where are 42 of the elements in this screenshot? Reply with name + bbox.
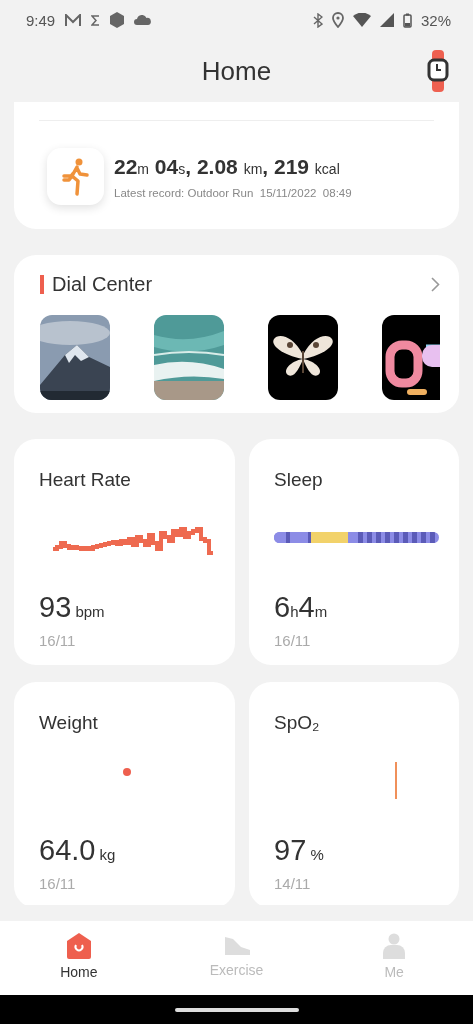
wifi-icon — [352, 13, 371, 27]
weight-dot — [123, 768, 131, 776]
metric-card[interactable]: SpO₂ 97% 14/11 — [249, 682, 459, 905]
metric-value: 93 bpm — [39, 591, 106, 624]
bluetooth-icon — [312, 12, 323, 28]
metric-title: SpO₂ — [274, 712, 321, 734]
metric-value: 97% — [274, 834, 325, 867]
nav-tab[interactable]: Home — [0, 921, 158, 995]
metric-card[interactable]: Sleep 6h4m 16/11 — [249, 439, 459, 665]
latest-record: Latest record: Outdoor Run 15/11/2022 08:49 — [114, 186, 352, 199]
metric-title: Weight — [39, 712, 99, 734]
section-title: Dial Center — [52, 273, 153, 296]
page-title: Home — [201, 55, 272, 87]
metric-date: 14/11 — [274, 875, 312, 892]
gesture-bar[interactable] — [174, 1007, 299, 1012]
metric-date: 16/11 — [274, 632, 312, 649]
clock-time: 9:49 — [26, 11, 56, 29]
workout-summary: 22m 04s, 2.08 km, 219 kcal — [114, 154, 341, 179]
location-icon — [331, 12, 344, 28]
hexagon-icon — [110, 12, 125, 28]
person-icon — [383, 933, 406, 959]
metric-value: 6h4m — [274, 591, 329, 624]
sigma-icon — [91, 14, 101, 26]
battery-percent: 32% — [420, 11, 451, 29]
metric-date: 16/11 — [39, 875, 77, 892]
run-icon-tile[interactable] — [47, 148, 104, 205]
spo2-line — [395, 762, 397, 799]
watch-icon[interactable] — [427, 50, 449, 92]
metric-title: Sleep — [274, 469, 324, 491]
metric-card[interactable]: Heart Rate 93 bpm 16/11 — [14, 439, 235, 665]
mail-icon — [65, 13, 82, 27]
cloud-icon — [134, 15, 152, 25]
accent-bar — [40, 275, 44, 294]
signal-icon — [379, 13, 394, 27]
metric-value: 64.0 kg — [39, 834, 117, 867]
metric-card[interactable]: Weight 64.0 kg 16/11 — [14, 682, 235, 905]
home-icon — [66, 933, 91, 959]
chevron-right-icon[interactable] — [431, 277, 440, 292]
battery-icon — [402, 12, 412, 28]
runner-icon — [61, 157, 90, 196]
metric-title: Heart Rate — [39, 469, 132, 491]
metric-date: 16/11 — [39, 632, 77, 649]
